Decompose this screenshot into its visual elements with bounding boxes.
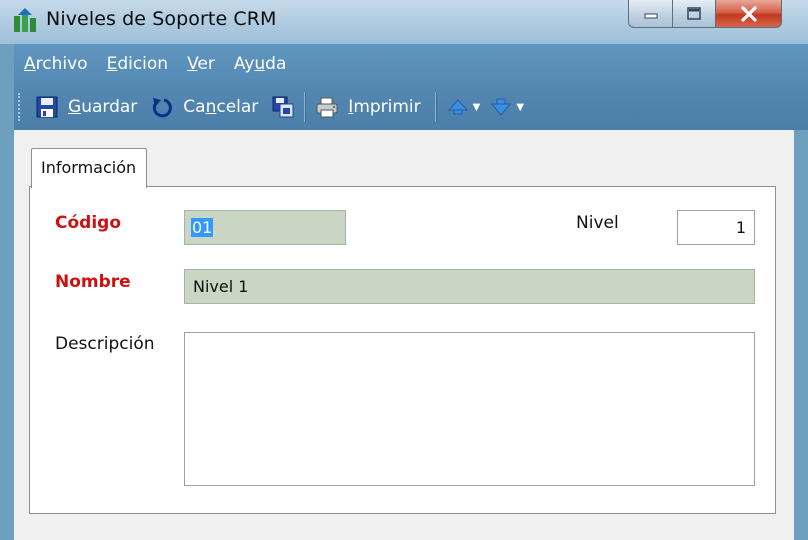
save-icon <box>36 96 58 118</box>
arrow-down-icon <box>491 98 512 116</box>
close-icon <box>740 5 757 22</box>
tab-label: Información <box>41 158 137 177</box>
codigo-value: 01 <box>191 218 214 237</box>
client-area: Información Código 01 Nivel 1 Nombre Niv… <box>14 130 794 540</box>
nombre-input[interactable]: Nivel 1 <box>184 269 755 304</box>
toolbar: Guardar Cancelar Imprimir ▼ ▼ <box>18 90 534 124</box>
menu-ayuda[interactable]: Ayuda <box>234 54 287 80</box>
nombre-label: Nombre <box>55 272 131 292</box>
toolbar-separator <box>304 92 307 122</box>
title-bar: Niveles de Soporte CRM <box>0 0 808 44</box>
toolbar-grip[interactable] <box>18 93 24 121</box>
nombre-value: Nivel 1 <box>193 277 249 296</box>
minimize-button[interactable] <box>628 0 673 28</box>
save-as-button[interactable] <box>272 96 294 118</box>
print-button[interactable]: Imprimir <box>316 96 421 118</box>
arrow-up-icon <box>447 99 468 115</box>
status-strip <box>14 518 794 540</box>
nivel-input[interactable]: 1 <box>677 210 755 245</box>
minimize-icon <box>644 13 657 18</box>
tab-informacion[interactable]: Información <box>31 148 147 188</box>
maximize-icon <box>687 6 701 20</box>
codigo-label: Código <box>55 213 121 233</box>
toolbar-separator <box>434 92 437 122</box>
menu-ver[interactable]: Ver <box>187 54 215 80</box>
app-tree-icon <box>14 8 36 32</box>
nivel-label: Nivel <box>576 213 619 233</box>
descripcion-textarea[interactable] <box>184 332 755 486</box>
menu-edicion[interactable]: Edicion <box>107 54 169 80</box>
menu-toolbar-area: Archivo Edicion Ver Ayuda Guardar Cancel… <box>14 44 808 130</box>
maximize-button[interactable] <box>672 0 716 28</box>
menu-bar: Archivo Edicion Ver Ayuda <box>24 54 305 80</box>
save-button[interactable]: Guardar <box>36 96 137 118</box>
close-button[interactable] <box>715 0 782 28</box>
codigo-input[interactable]: 01 <box>184 210 346 245</box>
menu-archivo[interactable]: Archivo <box>24 54 88 80</box>
save-copy-icon <box>272 96 294 118</box>
nivel-value: 1 <box>735 218 746 237</box>
next-record-button[interactable] <box>490 96 512 118</box>
next-dropdown-chevron-down-icon[interactable]: ▼ <box>516 102 524 113</box>
descripcion-label: Descripción <box>55 334 155 354</box>
cancel-button[interactable]: Cancelar <box>151 96 258 118</box>
previous-record-button[interactable] <box>447 96 469 118</box>
printer-icon <box>316 97 338 118</box>
undo-icon <box>153 98 173 118</box>
previous-dropdown-chevron-down-icon[interactable]: ▼ <box>473 102 481 113</box>
informacion-panel: Código 01 Nivel 1 Nombre Nivel 1 Descrip… <box>29 186 776 514</box>
window-title: Niveles de Soporte CRM <box>46 8 277 30</box>
